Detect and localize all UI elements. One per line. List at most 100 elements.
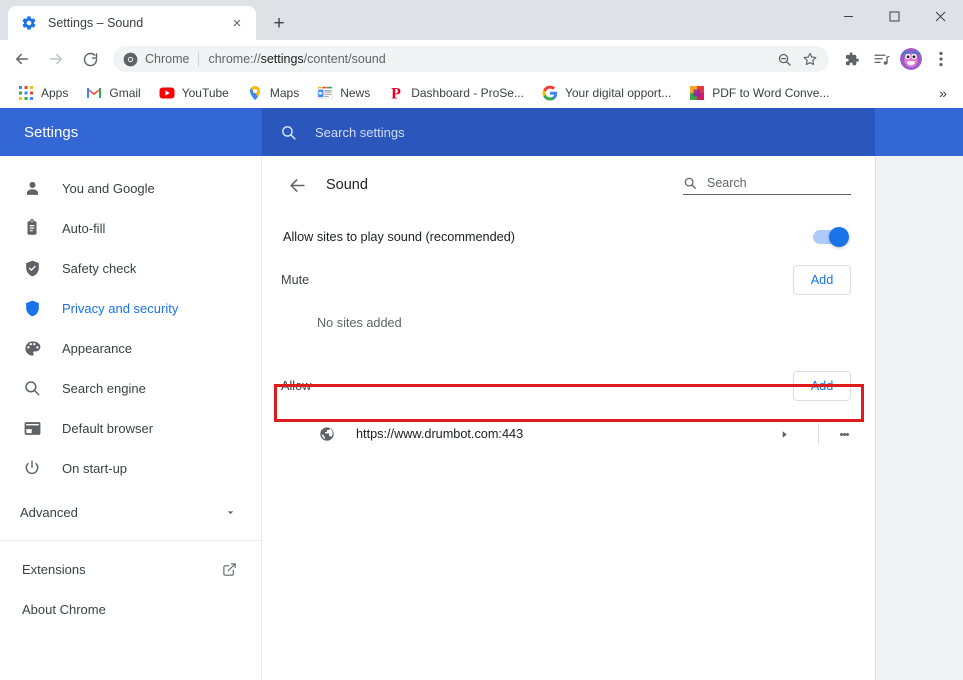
media-list-icon[interactable] [867,45,895,73]
site-url: https://www.drumbot.com:443 [356,427,523,441]
new-tab-button[interactable]: + [265,9,293,37]
omnibox-actions [771,46,823,72]
mute-section-header: Mute Add [262,254,875,306]
search-icon [280,124,297,141]
mute-empty-text: No sites added [262,306,875,330]
settings-sidebar: You and Google Auto-fill Safety check [0,156,262,680]
sidebar-item-you-and-google[interactable]: You and Google [0,168,261,208]
extensions-icon[interactable] [837,45,865,73]
close-icon[interactable]: × [228,14,246,32]
sidebar-item-extensions[interactable]: Extensions [0,549,261,589]
bookmark-label: Dashboard - ProSe... [411,87,524,99]
sidebar-item-auto-fill[interactable]: Auto-fill [0,208,261,248]
youtube-icon [159,85,175,101]
star-icon[interactable] [797,46,823,72]
bookmark-dashboard[interactable]: P Dashboard - ProSe... [380,81,532,105]
sidebar-item-appearance[interactable]: Appearance [0,328,261,368]
google-g-icon [542,85,558,101]
sidebar-item-on-start-up[interactable]: On start-up [0,448,261,488]
list-item[interactable]: https://www.drumbot.com:443 [262,412,875,456]
bookmark-news[interactable]: News [309,81,378,105]
kebab-dot [846,433,849,436]
chevron-right-icon[interactable] [772,422,796,446]
browser-window-icon [22,418,42,438]
clipboard-icon [22,218,42,238]
allow-section-header: Allow Add [262,360,875,412]
sidebar-about-label: About Chrome [22,602,106,617]
mute-add-button[interactable]: Add [793,265,851,295]
reload-button[interactable] [76,45,104,73]
allow-sound-toggle-row[interactable]: Allow sites to play sound (recommended) [276,220,861,254]
chevron-down-icon [224,506,237,519]
bookmarks-overflow-icon[interactable]: » [931,81,955,105]
bookmark-label: PDF to Word Conve... [712,87,829,99]
maximize-icon[interactable] [871,0,917,32]
three-dot-menu-icon[interactable] [832,422,856,446]
bookmark-label: News [340,87,370,99]
sidebar-advanced-toggle[interactable]: Advanced [0,492,261,532]
shield-icon [22,298,42,318]
bookmarks-bar: Apps Gmail YouTube [0,78,963,108]
sidebar-item-label: On start-up [62,461,127,476]
gmail-icon [86,85,102,101]
google-news-icon [317,85,333,101]
search-settings-placeholder: Search settings [315,125,405,140]
sound-settings-card: Sound Search Allow sites to play sound (… [262,156,876,680]
sidebar-extensions-label: Extensions [22,562,86,577]
browser-window: Settings – Sound × + [0,0,963,680]
close-icon[interactable] [917,0,963,32]
bookmark-label: Gmail [109,87,140,99]
sidebar-item-search-engine[interactable]: Search engine [0,368,261,408]
avatar[interactable] [900,48,922,70]
tab-strip: Settings – Sound × + [0,0,963,40]
minimize-icon[interactable] [825,0,871,32]
sidebar-divider [0,540,261,541]
sidebar-item-label: Search engine [62,381,146,396]
bookmark-your-digital-opportunity[interactable]: Your digital opport... [534,81,679,105]
search-icon [683,176,697,190]
sidebar-item-safety-check[interactable]: Safety check [0,248,261,288]
switch-knob [829,227,849,247]
back-button[interactable] [8,45,36,73]
allow-add-button[interactable]: Add [793,371,851,401]
settings-content-area: Sound Search Allow sites to play sound (… [262,156,963,680]
bookmark-label: Your digital opport... [565,87,671,99]
browser-toolbar: Chrome chrome://settings/content/sound [0,40,963,78]
back-arrow-icon[interactable] [279,167,315,203]
window-controls [825,0,963,40]
shield-check-icon [22,258,42,278]
chrome-logo-icon [123,52,138,67]
sidebar-item-label: Auto-fill [62,221,105,236]
bookmark-label: Maps [270,87,299,99]
omnibox-divider [198,52,199,67]
browser-tab[interactable]: Settings – Sound × [8,6,256,40]
power-icon [22,458,42,478]
security-chip-label: Chrome [145,52,189,66]
bookmark-maps[interactable]: Maps [239,81,307,105]
external-link-icon [222,562,237,577]
sidebar-item-default-browser[interactable]: Default browser [0,408,261,448]
bookmark-label: YouTube [182,87,229,99]
colored-squares-icon [689,85,705,101]
three-dot-menu-icon[interactable] [927,45,955,73]
url-prefix: chrome:// [208,52,260,66]
bookmark-gmail[interactable]: Gmail [78,81,148,105]
search-settings-input[interactable]: Search settings [262,108,875,156]
sidebar-item-label: Privacy and security [62,301,178,316]
url-suffix: /content/sound [304,52,386,66]
bookmark-youtube[interactable]: YouTube [151,81,237,105]
allow-sound-label: Allow sites to play sound (recommended) [283,230,515,244]
sidebar-item-about-chrome[interactable]: About Chrome [0,589,261,629]
bookmark-apps[interactable]: Apps [10,81,76,105]
bookmark-pdf-to-word[interactable]: PDF to Word Conve... [681,81,837,105]
search-input[interactable]: Search [683,176,851,195]
pinterest-icon: P [388,85,404,101]
search-placeholder: Search [707,177,747,191]
zoom-out-icon[interactable] [771,46,797,72]
address-bar[interactable]: Chrome chrome://settings/content/sound [113,46,829,72]
sound-card-header: Sound Search [262,156,875,214]
mute-section-title: Mute [281,273,309,287]
allow-sound-switch[interactable] [813,230,847,244]
globe-icon [318,426,335,443]
sidebar-item-privacy-and-security[interactable]: Privacy and security [0,288,261,328]
